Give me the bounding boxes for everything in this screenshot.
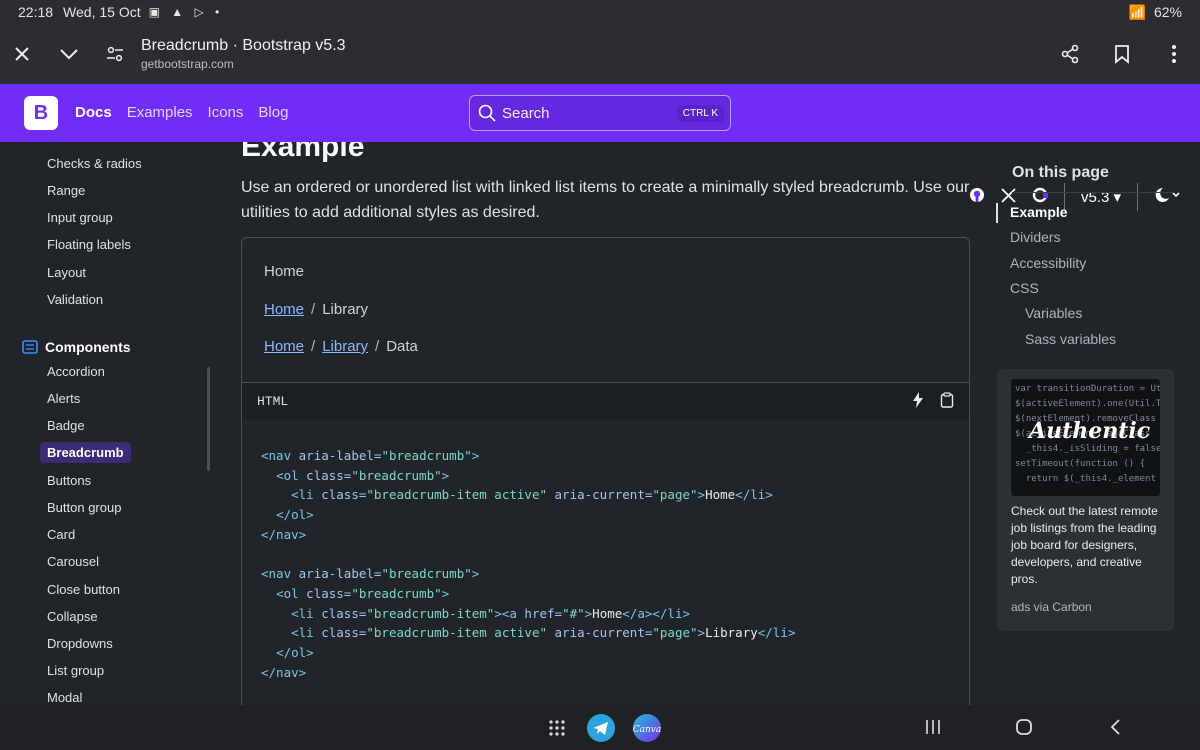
breadcrumb-link-library[interactable]: Library [322,338,368,355]
date: Wed, 15 Oct [63,4,141,20]
search-input[interactable]: Search CTRL K [469,95,731,131]
telegram-icon[interactable] [586,713,616,748]
bootstrap-logo[interactable]: B [24,96,58,130]
page-title: Breadcrumb · Bootstrap v5.3 [141,37,346,54]
nav-examples[interactable]: Examples [127,104,193,121]
close-icon[interactable] [2,34,42,74]
nav-blog[interactable]: Blog [258,104,288,121]
battery-level: 62% [1153,4,1182,20]
recent-apps-icon[interactable] [925,718,941,741]
sidebar-item-breadcrumb[interactable]: Breadcrumb [40,442,131,463]
more-options-icon[interactable] [1154,34,1194,74]
toc-item-variables[interactable]: Variables [1025,305,1082,321]
sidebar-item-buttons[interactable]: Buttons [47,473,91,488]
sidebar-item-modal[interactable]: Modal [47,690,82,705]
nav-docs[interactable]: Docs [75,104,112,121]
ad-credit[interactable]: ads via Carbon [1011,600,1092,614]
toc-item-css[interactable]: CSS [1010,280,1039,296]
sidebar-item-close-button[interactable]: Close button [47,582,120,597]
chevron-down-icon[interactable] [49,34,89,74]
system-nav-bar: Canva [0,705,1200,750]
main-content: Example Use an ordered or unordered list… [216,142,980,705]
components-icon [22,340,38,354]
back-icon[interactable] [1108,718,1122,741]
keyboard-shortcut: CTRL K [676,104,724,122]
sidebar-section-components: Components [22,339,131,355]
breadcrumb-item-active: Library [322,301,369,318]
breadcrumb-divider: / [311,338,316,355]
search-placeholder: Search [502,104,550,122]
breadcrumb-divider: / [311,301,316,318]
page-info[interactable]: Breadcrumb · Bootstrap v5.3 getbootstrap… [141,37,346,71]
breadcrumb-item-active: Data [386,338,418,355]
breadcrumb-1: Home [264,263,304,280]
signal-icon: 📶 [1128,3,1146,20]
sidebar-item-dropdowns[interactable]: Dropdowns [47,636,113,651]
sidebar-item-checks-radios[interactable]: Checks & radios [47,156,142,171]
sidebar-item-input-group[interactable]: Input group [47,210,113,225]
sidebar-item-badge[interactable]: Badge [47,418,85,433]
browser-toolbar: Breadcrumb · Bootstrap v5.3 getbootstrap… [0,24,1200,84]
sidebar-item-list-group[interactable]: List group [47,663,104,678]
breadcrumb-3: Home / Library / Data [264,338,418,355]
breadcrumb-divider: / [375,338,380,355]
search-icon [478,104,496,122]
table-of-contents: On this page Example Dividers Accessibil… [996,142,1186,392]
carbon-ad[interactable]: var transitionDuration = Util $(activeEl… [997,369,1174,631]
toc-item-dividers[interactable]: Dividers [1010,229,1061,245]
section-description: Use an ordered or unordered list with li… [241,179,970,221]
docs-sidebar: Checks & radios Range Input group Floati… [0,142,216,705]
ad-image[interactable]: var transitionDuration = Util $(activeEl… [1011,379,1160,496]
toc-title: On this page [1012,164,1109,181]
sidebar-item-accordion[interactable]: Accordion [47,364,105,379]
nav-links: Docs Examples Icons Blog [75,104,288,121]
share-icon[interactable] [1050,34,1090,74]
nav-icons[interactable]: Icons [208,104,244,121]
stackblitz-icon[interactable] [912,391,924,412]
sidebar-item-button-group[interactable]: Button group [47,500,121,515]
breadcrumb-item-active: Home [264,263,305,280]
toc-item-sass-variables[interactable]: Sass variables [1025,331,1116,347]
clock: 22:18 [18,4,54,20]
sidebar-item-validation[interactable]: Validation [47,292,103,307]
section-label: Components [45,339,131,355]
breadcrumb-2: Home / Library [264,301,368,318]
sidebar-item-carousel[interactable]: Carousel [47,554,99,569]
ad-image-wordmark: Authentic [1029,418,1151,444]
toc-active-indicator [996,203,998,223]
bookmark-icon[interactable] [1102,34,1142,74]
system-indicators: 📶 62% [1129,4,1182,21]
code-language-label: HTML [257,394,289,409]
site-settings-icon[interactable] [95,34,135,74]
sidebar-item-card[interactable]: Card [47,527,75,542]
home-icon[interactable] [1015,718,1033,741]
sidebar-scrollbar[interactable] [207,367,210,471]
sidebar-item-floating-labels[interactable]: Floating labels [47,237,131,252]
notification-icons: ▣ ▲ ▷ • [148,5,224,19]
breadcrumb-link-home[interactable]: Home [264,301,304,318]
copy-icon[interactable] [940,391,954,412]
sidebar-item-alerts[interactable]: Alerts [47,391,80,406]
status-bar: 22:18 Wed, 15 Oct ▣ ▲ ▷ • 📶 62% [0,0,1200,24]
ad-text[interactable]: Check out the latest remote job listings… [1011,503,1166,588]
svg-text:Canva: Canva [633,725,662,735]
page-url: getbootstrap.com [141,57,234,71]
toc-item-example[interactable]: Example [1010,204,1068,220]
code-block[interactable]: <nav aria-label="breadcrumb"> <ol class=… [241,420,970,705]
canva-icon[interactable]: Canva [632,713,662,748]
toc-item-accessibility[interactable]: Accessibility [1010,255,1086,271]
section-heading: Example [241,142,365,163]
example-preview: Home Home / Library Home / Library / Data [241,237,970,382]
code-header: HTML [241,382,970,421]
divider [1012,192,1174,193]
sidebar-item-collapse[interactable]: Collapse [47,609,98,624]
app-drawer-icon[interactable] [548,719,566,742]
sidebar-item-layout[interactable]: Layout [47,265,86,280]
sidebar-item-range[interactable]: Range [47,183,85,198]
breadcrumb-link-home[interactable]: Home [264,338,304,355]
